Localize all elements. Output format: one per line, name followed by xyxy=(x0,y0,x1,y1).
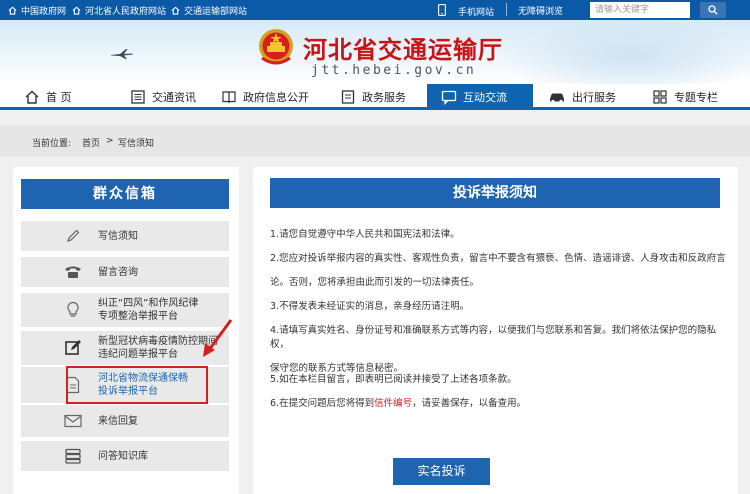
arrow-icon xyxy=(203,319,233,357)
bulb-icon xyxy=(63,300,83,320)
header-banner: 河北省交通运输厅 jtt.hebei.gov.cn xyxy=(0,20,750,84)
book-icon xyxy=(222,91,236,104)
sidebar-item-writing-notice[interactable]: 写信须知 xyxy=(21,221,229,251)
car-icon xyxy=(550,93,564,104)
real-name-complaint-button[interactable]: 实名投诉 xyxy=(393,458,490,485)
letter-number-text: 信件编号 xyxy=(374,398,413,409)
nav-news[interactable]: 交通资讯 xyxy=(130,84,196,110)
national-emblem xyxy=(259,29,293,65)
site-title: 河北省交通运输厅 xyxy=(303,36,503,64)
sidebar-item-covid-report[interactable]: 新型冠状病毒疫情防控期间 违纪问题举报平台 xyxy=(21,331,229,365)
notice-item-1: 1.请您自觉遵守中华人民共和国宪法和法律。 xyxy=(270,229,460,240)
top-bar: 中国政府网 河北省人民政府网站 交通运输部网站 手机网站 无障碍浏览 请输入关键… xyxy=(0,0,750,20)
edit-icon xyxy=(63,338,83,358)
sidebar-title: 群众信箱 xyxy=(21,179,229,209)
nav-services[interactable]: 政务服务 xyxy=(340,84,406,110)
breadcrumb-home[interactable]: 首页 xyxy=(82,136,100,149)
nav-interaction[interactable]: 互动交流 xyxy=(427,84,533,110)
site-domain: jtt.hebei.gov.cn xyxy=(311,63,477,78)
search-input[interactable]: 请输入关键字 xyxy=(590,2,690,18)
sidebar-item-four-winds[interactable]: 纠正“四风”和作风纪律 专项整治举报平台 xyxy=(21,293,229,327)
accessible-link[interactable]: 无障碍浏览 xyxy=(518,4,563,17)
grid-icon xyxy=(653,90,667,104)
home-icon xyxy=(25,90,39,104)
mobile-icon xyxy=(438,4,446,19)
highlight-box xyxy=(66,366,208,404)
mobile-site-link[interactable]: 手机网站 xyxy=(438,4,494,19)
main-nav: 首 页 交通资讯 政府信息公开 政务服务 互动交流 出行服务 专题专栏 xyxy=(0,84,750,110)
notice-panel: 投诉举报须知 1.请您自觉遵守中华人民共和国宪法和法律。 2.您应对投诉举报内容… xyxy=(253,167,738,494)
plane-icon xyxy=(111,49,133,59)
pen-icon xyxy=(63,226,83,246)
home-icon xyxy=(171,6,180,15)
news-icon xyxy=(131,90,145,104)
sidebar-item-faq[interactable]: 问答知识库 xyxy=(21,441,229,471)
home-icon xyxy=(72,6,81,15)
chat-icon xyxy=(441,90,457,105)
mail-icon xyxy=(63,411,83,431)
nav-travel[interactable]: 出行服务 xyxy=(548,84,616,110)
database-icon xyxy=(63,446,83,466)
sidebar-panel: 群众信箱 写信须知 留言咨询 纠正“四风”和作风纪律 专项整治举报平台 新型冠状… xyxy=(13,167,239,494)
notice-item-3: 3.不得发表未经证实的消息，亲身经历请注明。 xyxy=(270,301,470,312)
sidebar-item-consult[interactable]: 留言咨询 xyxy=(21,257,229,287)
nav-home[interactable]: 首 页 xyxy=(24,84,72,110)
notice-title: 投诉举报须知 xyxy=(270,178,720,208)
divider xyxy=(506,3,507,16)
phone-icon xyxy=(63,262,83,282)
form-icon xyxy=(341,90,355,104)
top-link-hebei[interactable]: 河北省人民政府网站 xyxy=(72,4,166,17)
decor-glow xyxy=(500,20,750,84)
notice-item-4: 4.请填写真实姓名、身份证号和准确联系方式等内容，以便我们与您联系和答复。我们将… xyxy=(270,325,717,374)
breadcrumb-current: 写信须知 xyxy=(118,139,155,149)
notice-item-6: 6.在提交问题后您将得到信件编号，请妥善保存，以备查用。 xyxy=(270,398,527,409)
home-icon xyxy=(8,6,17,15)
search-icon xyxy=(708,5,718,15)
notice-item-2: 2.您应对投诉举报内容的真实性、客观性负责，留言中不要含有猥亵、色情、造谣诽谤、… xyxy=(270,253,726,288)
top-link-mot[interactable]: 交通运输部网站 xyxy=(171,4,247,17)
search-button[interactable] xyxy=(700,2,726,18)
breadcrumb: 当前位置: 首页 > 写信须知 xyxy=(0,125,750,157)
top-link-gov[interactable]: 中国政府网 xyxy=(8,4,66,17)
nav-gov-info[interactable]: 政府信息公开 xyxy=(221,84,309,110)
notice-item-5: 5.如在本栏目留言，即表明已阅读并接受了上述各项条款。 xyxy=(270,374,517,385)
sidebar-item-replies[interactable]: 来信回复 xyxy=(21,405,229,437)
nav-topics[interactable]: 专题专栏 xyxy=(652,84,718,110)
